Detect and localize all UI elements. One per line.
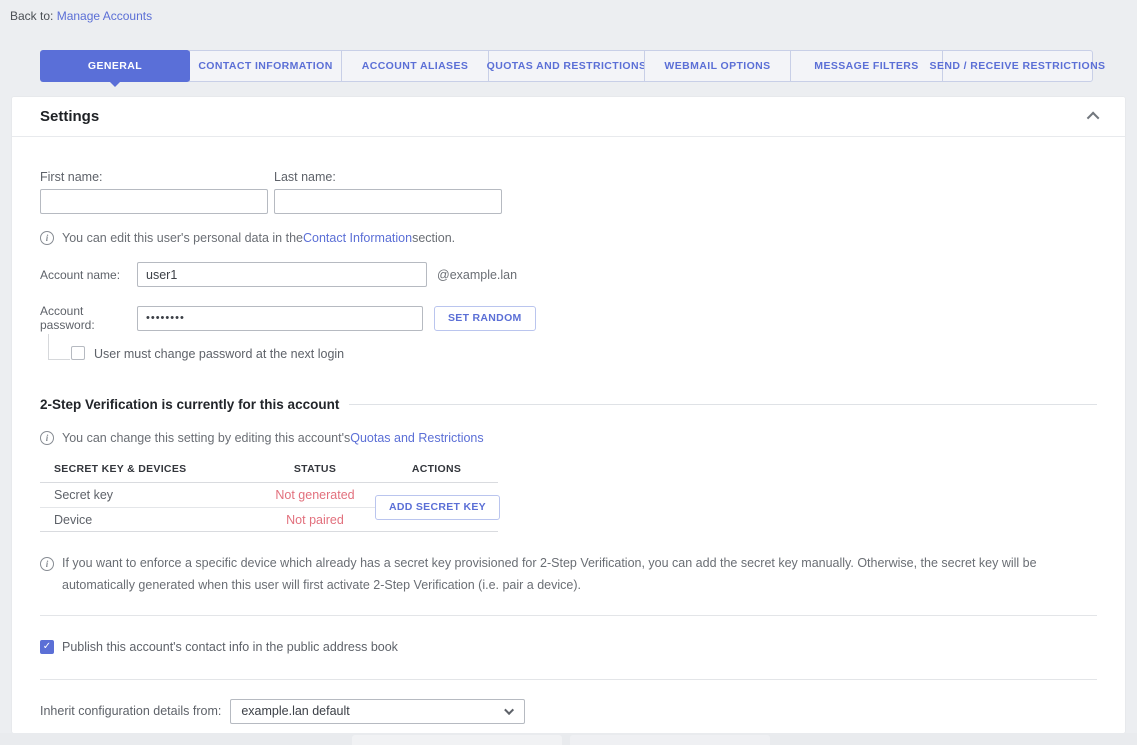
col-status: STATUS [255,463,375,475]
selected-option: example.lan default [241,704,507,718]
cutoff-element [570,735,770,745]
settings-panel: Settings First name: Last name: i You ca… [12,97,1125,733]
tab-general[interactable]: GENERAL [40,50,190,82]
inherit-config-select[interactable]: example.lan default [230,699,525,724]
row-name: Device [40,513,255,527]
tab-send-receive-restrictions[interactable]: SEND / RECEIVE RESTRICTIONS [942,50,1093,82]
account-password-row: Account password: SET RANDOM [40,304,1097,332]
set-random-button[interactable]: SET RANDOM [434,306,536,331]
back-to-label: Back to: [10,9,53,23]
divider [40,679,1097,680]
col-secret-key-devices: SECRET KEY & DEVICES [40,463,255,475]
table-header-row: SECRET KEY & DEVICES STATUS ACTIONS [40,458,498,483]
tab-message-filters[interactable]: MESSAGE FILTERS [790,50,943,82]
last-name-label: Last name: [274,170,502,184]
row-name: Secret key [40,488,255,502]
tab-webmail-options[interactable]: WEBMAIL OPTIONS [644,50,791,82]
two-step-note-prefix: You can change this setting by editing t… [62,431,350,445]
add-secret-key-button[interactable]: ADD SECRET KEY [375,495,500,520]
personal-data-note: i You can edit this user's personal data… [40,231,1097,245]
account-password-field[interactable] [137,306,423,331]
manage-accounts-link[interactable]: Manage Accounts [57,9,152,23]
account-password-label: Account password: [40,304,137,332]
cutoff-content-strip [0,733,1137,745]
table-body: Secret key Not generated Device Not pair… [40,483,498,532]
info-icon: i [40,431,54,445]
must-change-password-checkbox[interactable] [71,346,85,360]
status-badge: Not paired [255,513,375,527]
personal-note-prefix: You can edit this user's personal data i… [62,231,303,245]
publish-contact-label: Publish this account's contact info in t… [62,640,398,654]
table-row: Device Not paired [40,507,375,531]
settings-content: First name: Last name: i You can edit th… [12,170,1125,724]
two-step-info-paragraph: i If you want to enforce a specific devi… [40,553,1097,597]
tab-quotas-and-restrictions[interactable]: QUOTAS AND RESTRICTIONS [488,50,645,82]
cutoff-element [352,735,562,745]
personal-note-suffix: section. [412,231,455,245]
heading-rule [349,404,1097,405]
col-actions: ACTIONS [375,463,498,475]
connector-line [48,334,70,360]
tab-contact-information[interactable]: CONTACT INFORMATION [189,50,342,82]
divider [40,615,1097,616]
two-step-heading-text: 2-Step Verification is currently for thi… [40,397,339,412]
tab-bar: GENERAL CONTACT INFORMATION ACCOUNT ALIA… [40,50,1125,82]
first-name-label: First name: [40,170,268,184]
account-name-row: Account name: @example.lan [40,262,1097,287]
two-step-info-text: If you want to enforce a specific device… [62,553,1097,597]
domain-suffix: @example.lan [437,268,517,282]
breadcrumb: Back to: Manage Accounts [0,0,1137,23]
account-name-field[interactable] [137,262,427,287]
settings-panel-header: Settings [12,97,1125,137]
page-title: Settings [40,108,1090,125]
quotas-restrictions-link[interactable]: Quotas and Restrictions [350,431,483,445]
info-icon: i [40,231,54,245]
info-icon: i [40,557,54,571]
account-name-label: Account name: [40,268,137,282]
tab-account-aliases[interactable]: ACCOUNT ALIASES [341,50,489,82]
first-name-field[interactable] [40,189,268,214]
contact-information-link[interactable]: Contact Information [303,231,412,245]
inherit-config-label: Inherit configuration details from: [40,704,221,718]
two-step-section-heading: 2-Step Verification is currently for thi… [40,397,1097,412]
inherit-config-row: Inherit configuration details from: exam… [40,699,1097,724]
publish-contact-row: Publish this account's contact info in t… [40,640,1097,654]
last-name-field[interactable] [274,189,502,214]
table-row: Secret key Not generated [40,483,375,507]
two-step-note: i You can change this setting by editing… [40,431,1097,445]
publish-contact-checkbox[interactable] [40,640,54,654]
status-badge: Not generated [255,488,375,502]
must-change-password-label: User must change password at the next lo… [94,347,344,361]
name-fields-row: First name: Last name: [40,170,1097,214]
secret-key-table: SECRET KEY & DEVICES STATUS ACTIONS Secr… [40,458,498,532]
must-change-password-row: User must change password at the next lo… [40,334,1097,370]
